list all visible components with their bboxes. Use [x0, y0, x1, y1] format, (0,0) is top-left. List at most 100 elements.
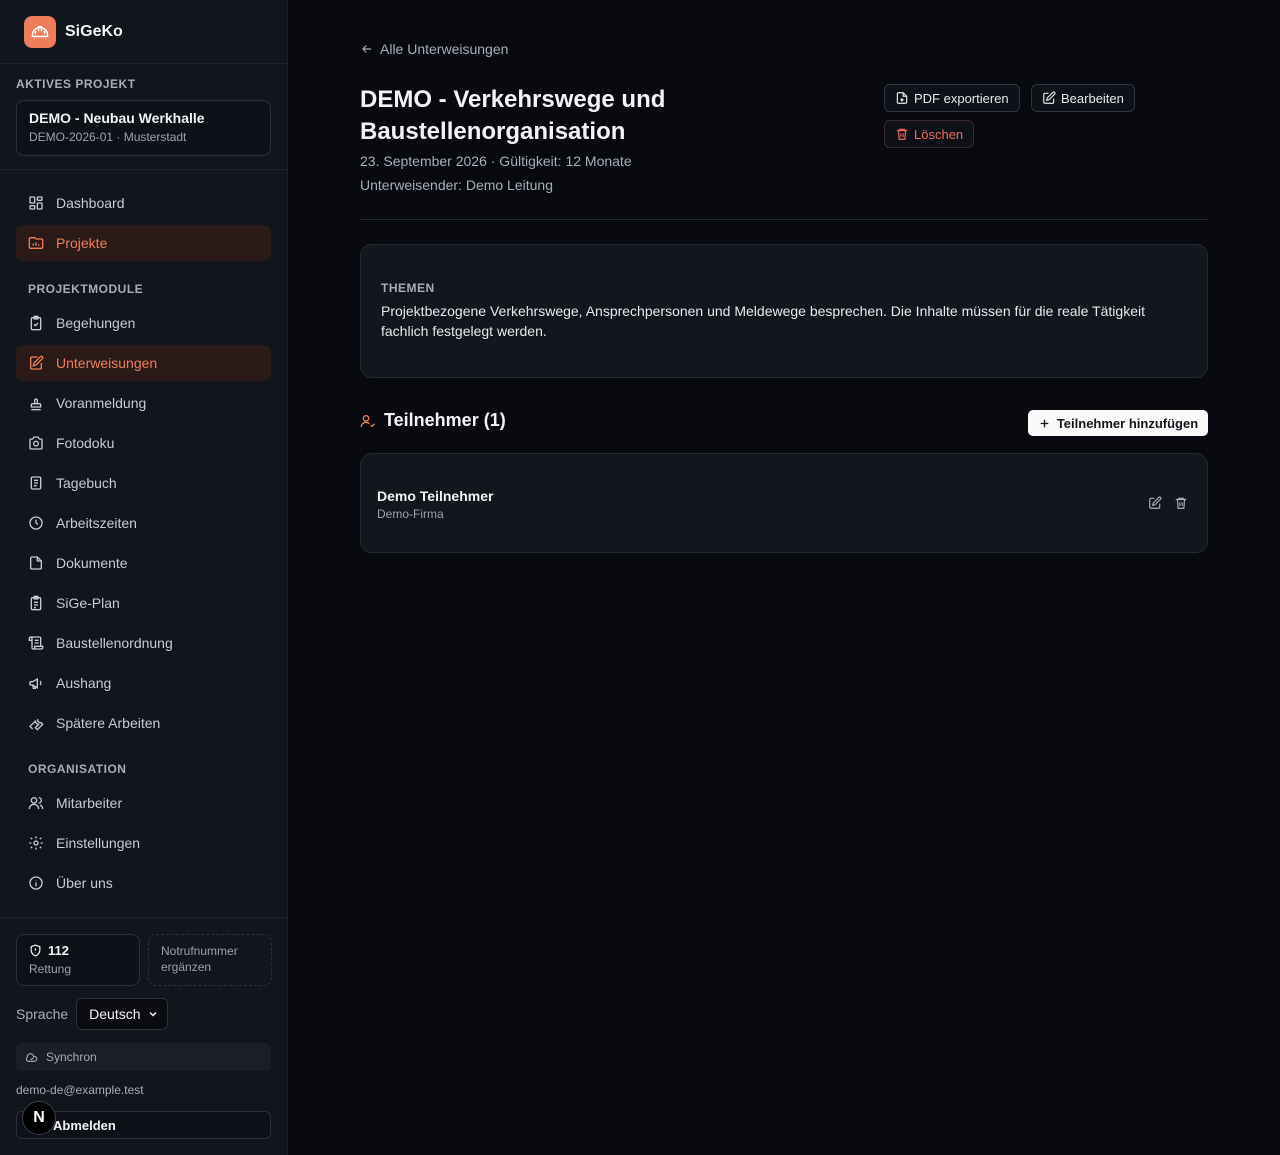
- nav-item-projekte[interactable]: Projekte: [16, 225, 271, 261]
- user-email: demo-de@example.test: [16, 1083, 144, 1097]
- language-select[interactable]: Deutsch: [76, 998, 169, 1030]
- nav-item-label: Mitarbeiter: [56, 795, 123, 811]
- delete-label: Löschen: [914, 126, 964, 142]
- page-title: DEMO - Verkehrswege und Baustellenorgani…: [360, 86, 666, 145]
- trash-icon: [895, 127, 909, 141]
- nav-item-label: Tagebuch: [56, 475, 117, 491]
- sync-text: Synchron: [46, 1050, 97, 1064]
- sidebar: SiGeKo Aktives Projekt DEMO - Neubau Wer…: [0, 0, 288, 1155]
- date-validity: 23. September 2026 · Gültigkeit: 12 Mona…: [360, 153, 632, 169]
- nav-item-arbeitszeiten[interactable]: Arbeitszeiten: [16, 505, 271, 541]
- participants-heading: Teilnehmer (1): [360, 410, 506, 431]
- nav-item-sige-plan[interactable]: SiGe-Plan: [16, 585, 271, 621]
- users-icon: [28, 795, 44, 811]
- themes-label: Themen: [381, 281, 435, 295]
- nav-item-einstellungen[interactable]: Einstellungen: [16, 825, 271, 861]
- gear-icon: [28, 835, 44, 851]
- project-subtitle: DEMO-2026-01 · Musterstadt: [29, 130, 187, 144]
- back-link[interactable]: Alle Unterweisungen: [360, 41, 508, 57]
- emergency-number-card[interactable]: 112 Rettung: [16, 934, 140, 986]
- participant-row: Demo Teilnehmer Demo-Firma: [360, 453, 1208, 553]
- app-name: SiGeKo: [65, 23, 123, 40]
- edit-button[interactable]: Bearbeiten: [1031, 84, 1135, 112]
- emergency-number: 112: [48, 943, 69, 958]
- clipboard-check-icon: [28, 315, 44, 331]
- arrow-left-icon: [360, 42, 374, 56]
- nav-item-label: Baustellenordnung: [56, 635, 173, 651]
- modules-label: Projektmodule: [28, 282, 144, 296]
- nav-item-mitarbeiter[interactable]: Mitarbeiter: [16, 785, 271, 821]
- dashboard-icon: [28, 195, 44, 211]
- nav-item-spaetere-arbeiten[interactable]: Spätere Arbeiten: [16, 705, 271, 741]
- book-icon: [28, 475, 44, 491]
- nav-item-label: Einstellungen: [56, 835, 141, 851]
- megaphone-icon: [28, 675, 44, 691]
- brand[interactable]: SiGeKo: [24, 16, 123, 48]
- nav-item-fotodoku[interactable]: Fotodoku: [16, 425, 271, 461]
- edit-label: Bearbeiten: [1061, 90, 1124, 106]
- nav-item-baustellenordnung[interactable]: Baustellenordnung: [16, 625, 271, 661]
- nav-item-label: SiGe-Plan: [56, 595, 120, 611]
- active-project-card[interactable]: DEMO - Neubau Werkhalle DEMO-2026-01 · M…: [16, 100, 271, 156]
- nav-item-label: Projekte: [56, 235, 108, 251]
- add-participant-button[interactable]: Teilnehmer hinzufügen: [1028, 410, 1208, 436]
- delete-participant-icon[interactable]: [1174, 496, 1190, 512]
- folder-icon: [28, 235, 44, 251]
- divider: [0, 917, 287, 918]
- scroll-icon: [28, 635, 44, 651]
- participants-title: Teilnehmer (1): [384, 410, 506, 430]
- pdf-export-label: PDF exportieren: [914, 90, 1009, 106]
- delete-button[interactable]: Löschen: [884, 120, 975, 148]
- nav-item-label: Unterweisungen: [56, 355, 158, 371]
- add-participant-label: Teilnehmer hinzufügen: [1056, 415, 1199, 431]
- nav-item-label: Aushang: [56, 675, 112, 691]
- sync-status: Synchron: [16, 1043, 271, 1071]
- nav-item-dashboard[interactable]: Dashboard: [16, 185, 271, 221]
- nav-item-label: Voranmeldung: [56, 395, 147, 411]
- emergency-label: Rettung: [29, 962, 72, 976]
- active-project-label: Aktives Projekt: [16, 77, 136, 91]
- nav-item-ueber-uns[interactable]: Über uns: [16, 865, 271, 901]
- nav-item-tagebuch[interactable]: Tagebuch: [16, 465, 271, 501]
- edit-participant-icon[interactable]: [1148, 496, 1164, 512]
- nav-item-unterweisungen[interactable]: Unterweisungen: [16, 345, 271, 381]
- back-link-label: Alle Unterweisungen: [380, 41, 509, 57]
- hard-hat-icon: [24, 16, 56, 48]
- clipboard-list-icon: [28, 595, 44, 611]
- nav-item-voranmeldung[interactable]: Voranmeldung: [16, 385, 271, 421]
- nav-item-label: Fotodoku: [56, 435, 115, 451]
- instructor: Unterweisender: Demo Leitung: [360, 177, 553, 193]
- nav-item-label: Begehungen: [56, 315, 136, 331]
- nav-item-label: Spätere Arbeiten: [56, 715, 161, 731]
- file-icon: [28, 555, 44, 571]
- nav-item-dokumente[interactable]: Dokumente: [16, 545, 271, 581]
- wrench-icon: [28, 715, 44, 731]
- pdf-export-button[interactable]: PDF exportieren: [884, 84, 1020, 112]
- nav-item-aushang[interactable]: Aushang: [16, 665, 271, 701]
- project-title: DEMO - Neubau Werkhalle: [29, 110, 205, 126]
- add-emergency-number-button[interactable]: Notrufnummer ergänzen: [148, 934, 272, 986]
- participant-name: Demo Teilnehmer: [377, 488, 494, 504]
- camera-icon: [28, 435, 44, 451]
- org-label: Organisation: [28, 762, 127, 776]
- user-check-icon: [360, 413, 376, 429]
- nav-item-label: Dashboard: [56, 195, 125, 211]
- nav-item-begehungen[interactable]: Begehungen: [16, 305, 271, 341]
- edit-icon: [1042, 91, 1056, 105]
- plus-icon: [1038, 417, 1051, 430]
- language-row: Sprache Deutsch: [16, 998, 169, 1030]
- nav-item-label: Arbeitszeiten: [56, 515, 137, 531]
- stamp-icon: [28, 395, 44, 411]
- edit-document-icon: [28, 355, 44, 371]
- chevron-down-icon: [147, 1008, 159, 1020]
- language-label: Sprache: [16, 1006, 69, 1022]
- divider: [0, 63, 287, 64]
- shield-icon: [29, 944, 42, 957]
- divider: [360, 219, 1208, 220]
- cloud-sync-icon: [25, 1051, 38, 1064]
- themes-card: Themen Projektbezogene Verkehrswege, Ans…: [360, 244, 1208, 378]
- themes-text: Projektbezogene Verkehrswege, Ansprechpe…: [381, 303, 1145, 339]
- divider: [0, 169, 287, 170]
- info-icon: [28, 875, 44, 891]
- dev-badge[interactable]: N: [22, 1101, 56, 1135]
